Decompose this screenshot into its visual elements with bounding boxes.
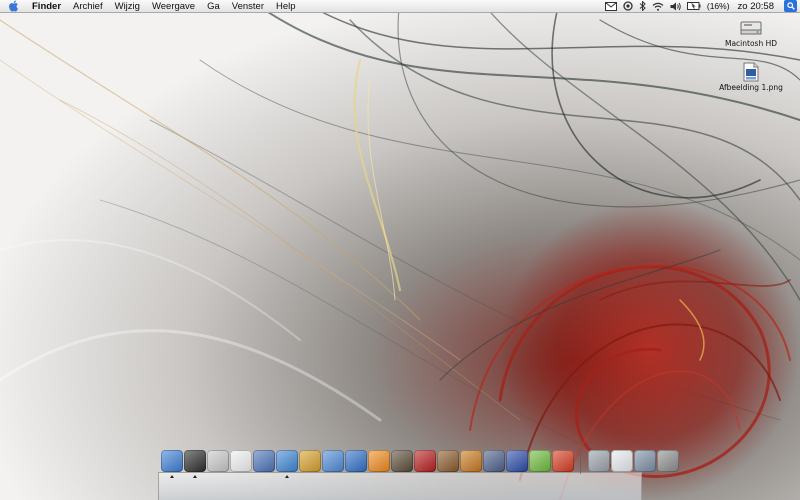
apple-icon[interactable] <box>0 0 26 12</box>
flash-icon[interactable] <box>551 450 574 472</box>
itunes-icon[interactable] <box>321 450 344 472</box>
running-indicator <box>169 475 174 478</box>
documents-stack-icon[interactable] <box>610 450 633 472</box>
sync-icon[interactable] <box>623 0 633 13</box>
applications-stack-icon[interactable] <box>633 450 656 472</box>
dock-items <box>160 446 679 478</box>
running-indicator <box>192 475 197 478</box>
menu-bar: Finder Archief Wijzig Weergave Ga Venste… <box>0 0 800 13</box>
hard-drive-icon <box>740 21 762 35</box>
vlc-icon[interactable] <box>367 450 390 472</box>
menu-venster[interactable]: Venster <box>226 0 270 13</box>
menu-archief[interactable]: Archief <box>67 0 109 13</box>
trash-icon[interactable] <box>656 450 679 472</box>
mail-app-icon[interactable] <box>206 450 229 472</box>
menu-ga[interactable]: Ga <box>201 0 226 13</box>
dock <box>158 444 679 500</box>
desktop-icon-afbeelding[interactable]: Afbeelding 1.png <box>711 62 791 92</box>
chess-icon[interactable] <box>459 450 482 472</box>
safari-icon[interactable] <box>275 450 298 478</box>
mail-icon[interactable] <box>604 0 617 13</box>
dock-apps <box>160 450 574 478</box>
downloads-stack-icon[interactable] <box>587 450 610 472</box>
battery-icon[interactable] <box>686 0 701 13</box>
menu-clock[interactable]: zo 20:58 <box>738 1 774 12</box>
bluetooth-icon[interactable] <box>639 0 646 13</box>
photo-booth-icon[interactable] <box>413 450 436 472</box>
dock-shelf <box>158 472 642 500</box>
battery-percent: (16%) <box>706 1 730 11</box>
menu-weergave[interactable]: Weergave <box>146 0 201 13</box>
people-icon[interactable] <box>298 450 321 472</box>
spotlight-search-icon[interactable] <box>784 0 797 12</box>
iphoto-icon[interactable] <box>390 450 413 472</box>
keyboard-icon[interactable] <box>482 450 505 472</box>
desktop-icon-label: Afbeelding 1.png <box>719 83 783 92</box>
dock-separator <box>580 448 581 474</box>
quicktime-icon[interactable] <box>344 450 367 472</box>
ipod-icon[interactable] <box>229 450 252 472</box>
dreamweaver-icon[interactable] <box>528 450 551 472</box>
menu-extras: (16%) zo 20:58 <box>604 0 800 13</box>
address-book-icon[interactable] <box>252 450 275 472</box>
menu-help[interactable]: Help <box>270 0 302 13</box>
wifi-icon[interactable] <box>652 0 664 13</box>
garageband-icon[interactable] <box>436 450 459 472</box>
volume-icon[interactable] <box>670 0 681 13</box>
menu-wijzig[interactable]: Wijzig <box>109 0 146 13</box>
automator-icon[interactable] <box>505 450 528 472</box>
desktop-icon-macintosh-hd[interactable]: Macintosh HD <box>711 18 791 48</box>
dashboard-icon[interactable] <box>183 450 206 478</box>
desktop-icon-label: Macintosh HD <box>724 39 778 48</box>
running-indicator <box>284 475 289 478</box>
png-file-icon <box>743 62 759 82</box>
dock-others <box>587 450 679 472</box>
finder-icon[interactable] <box>160 450 183 478</box>
desktop-wallpaper <box>0 0 800 500</box>
menu-finder[interactable]: Finder <box>26 0 67 13</box>
